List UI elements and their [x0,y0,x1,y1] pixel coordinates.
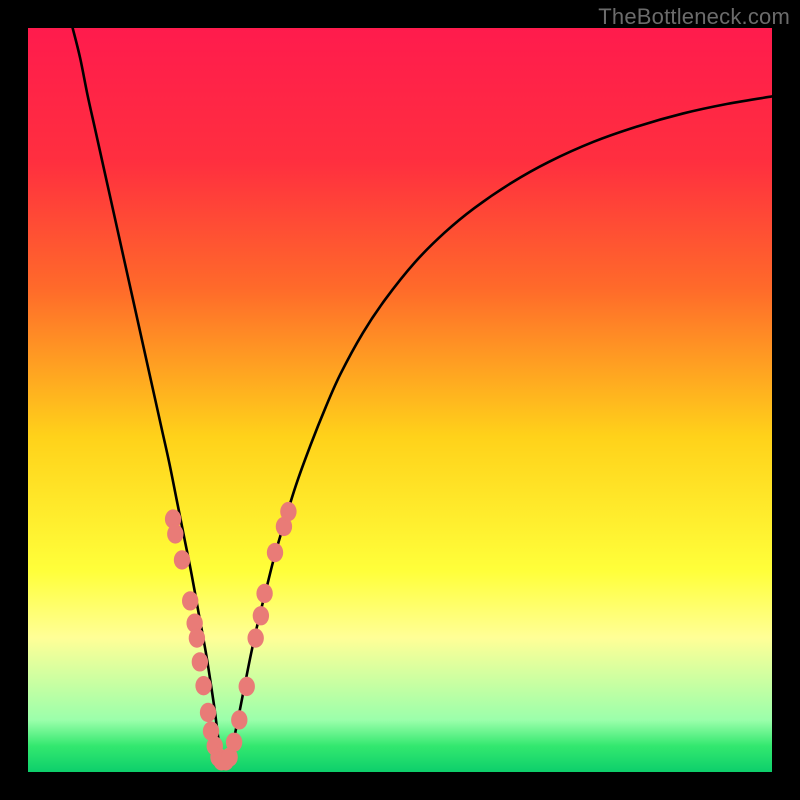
sample-point [200,703,216,722]
sample-point [195,676,211,695]
sample-point [174,550,190,569]
sample-point [267,543,283,562]
sample-point [253,606,269,625]
sample-point [192,652,208,671]
sample-point [167,524,183,543]
sample-point [247,628,263,647]
sample-point [226,733,242,752]
chart-svg [28,28,772,772]
plot-area [28,28,772,772]
sample-point [256,584,272,603]
sample-point [189,628,205,647]
chart-stage: TheBottleneck.com [0,0,800,800]
sample-point [239,677,255,696]
gradient-background [28,28,772,772]
sample-point [280,502,296,521]
watermark-label: TheBottleneck.com [598,4,790,30]
sample-point [231,710,247,729]
sample-point [182,591,198,610]
